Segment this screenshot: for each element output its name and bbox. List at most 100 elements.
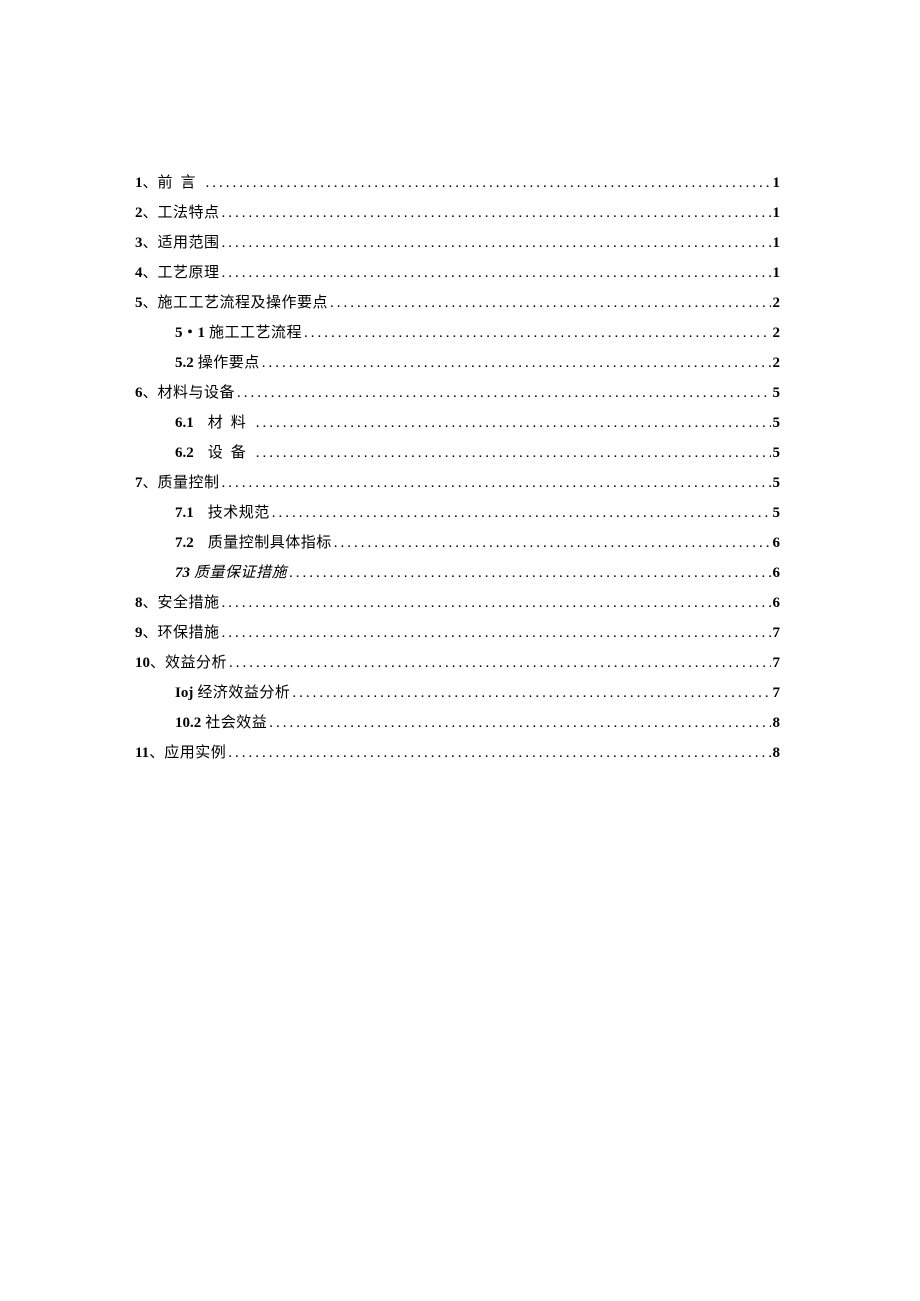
toc-leader-dots	[222, 258, 771, 288]
toc-page-number: 6	[773, 588, 781, 618]
toc-title: 操作要点	[198, 348, 260, 378]
toc-title: 安全措施	[158, 588, 220, 618]
toc-leader-dots	[334, 528, 771, 558]
toc-title: 设备	[208, 438, 254, 468]
toc-entry: 10、效益分析 7	[135, 648, 780, 678]
toc-title: 应用实例	[164, 738, 226, 768]
toc-separator: 、	[149, 738, 164, 768]
toc-page-number: 5	[773, 378, 781, 408]
toc-separator: 、	[143, 588, 158, 618]
toc-page-number: 1	[773, 198, 781, 228]
toc-leader-dots	[222, 228, 771, 258]
toc-page-number: 8	[773, 708, 781, 738]
toc-number: 5	[135, 288, 143, 318]
toc-subnumber: 73	[175, 558, 190, 588]
toc-separator: 、	[143, 168, 158, 198]
toc-separator: 、	[143, 198, 158, 228]
toc-leader-dots	[304, 318, 770, 348]
toc-separator: 、	[143, 228, 158, 258]
toc-entry: 6.2 设备 5	[135, 438, 780, 468]
toc-entry: 9、环保措施 7	[135, 618, 780, 648]
toc-entry: Ioj经济效益分析 7	[135, 678, 780, 708]
toc-title: 社会效益	[205, 708, 267, 738]
toc-entry: 3、适用范围1	[135, 228, 780, 258]
toc-subnumber: 10.2	[175, 708, 201, 738]
toc-separator: 、	[150, 648, 165, 678]
toc-entry: 6.1材料5	[135, 408, 780, 438]
toc-title: 工艺原理	[158, 258, 220, 288]
toc-separator: 、	[143, 258, 158, 288]
toc-title: 技术规范	[208, 498, 270, 528]
toc-leader-dots	[256, 438, 771, 468]
toc-leader-dots	[330, 288, 770, 318]
toc-number: 10	[135, 648, 150, 678]
toc-page-number: 2	[773, 348, 781, 378]
toc-number: 3	[135, 228, 143, 258]
toc-page-number: 1	[773, 168, 781, 198]
toc-number: 4	[135, 258, 143, 288]
toc-title: 效益分析	[165, 648, 227, 678]
toc-leader-dots	[222, 468, 771, 498]
toc-page-number: 6	[773, 528, 781, 558]
toc-leader-dots	[222, 588, 771, 618]
toc-entry: 5・1施工工艺流程2	[135, 318, 780, 348]
toc-title: 材料与设备	[158, 378, 236, 408]
toc-number: 11	[135, 738, 149, 768]
toc-page-number: 1	[773, 258, 781, 288]
table-of-contents: 1、前言12、工法特点13、适用范围14、工艺原理15、施工工艺流程及操作要点2…	[135, 168, 780, 768]
toc-entry: 7.2 质量控制具体指标 6	[135, 528, 780, 558]
toc-page-number: 7	[773, 648, 781, 678]
toc-subnumber: 7.2	[175, 528, 194, 558]
toc-page-number: 8	[773, 738, 781, 768]
toc-page-number: 5	[773, 498, 781, 528]
toc-page-number: 2	[773, 318, 781, 348]
toc-entry: 4、工艺原理 1	[135, 258, 780, 288]
toc-entry: 5.2操作要点 2	[135, 348, 780, 378]
toc-subnumber: Ioj	[175, 678, 193, 708]
toc-entry: 1、前言1	[135, 168, 780, 198]
toc-separator: 、	[143, 378, 158, 408]
toc-title: 施工工艺流程及操作要点	[158, 288, 329, 318]
toc-entry: 2、工法特点1	[135, 198, 780, 228]
toc-page-number: 5	[773, 438, 781, 468]
toc-separator: 、	[143, 468, 158, 498]
toc-number: 6	[135, 378, 143, 408]
toc-title: 环保措施	[158, 618, 220, 648]
toc-page-number: 7	[773, 678, 781, 708]
toc-title: 质量保证措施	[194, 558, 287, 588]
toc-entry: 5、施工工艺流程及操作要点 2	[135, 288, 780, 318]
toc-leader-dots	[292, 678, 770, 708]
toc-page-number: 5	[773, 408, 781, 438]
toc-leader-dots	[262, 348, 771, 378]
toc-subnumber: 5.2	[175, 348, 194, 378]
toc-title: 材料	[208, 408, 254, 438]
toc-subnumber: 7.1	[175, 498, 194, 528]
toc-title: 施工工艺流程	[209, 318, 302, 348]
toc-entry: 11、应用实例 8	[135, 738, 780, 768]
toc-entry: 6、材料与设备 5	[135, 378, 780, 408]
toc-separator: 、	[143, 288, 158, 318]
toc-separator: 、	[143, 618, 158, 648]
toc-number: 7	[135, 468, 143, 498]
toc-page-number: 2	[773, 288, 781, 318]
toc-subnumber: 6.2	[175, 438, 194, 468]
toc-leader-dots	[237, 378, 770, 408]
toc-leader-dots	[222, 198, 771, 228]
toc-title: 质量控制具体指标	[208, 528, 332, 558]
toc-leader-dots	[256, 408, 771, 438]
toc-page-number: 5	[773, 468, 781, 498]
toc-title: 经济效益分析	[197, 678, 290, 708]
toc-leader-dots	[272, 498, 771, 528]
toc-leader-dots	[269, 708, 770, 738]
toc-title: 前言	[158, 168, 204, 198]
toc-number: 1	[135, 168, 143, 198]
toc-title: 适用范围	[158, 228, 220, 258]
toc-leader-dots	[228, 738, 770, 768]
toc-number: 2	[135, 198, 143, 228]
toc-leader-dots	[289, 558, 770, 588]
toc-leader-dots	[222, 618, 771, 648]
toc-page-number: 7	[773, 618, 781, 648]
toc-number: 9	[135, 618, 143, 648]
toc-entry: 7.1 技术规范 5	[135, 498, 780, 528]
toc-number: 8	[135, 588, 143, 618]
